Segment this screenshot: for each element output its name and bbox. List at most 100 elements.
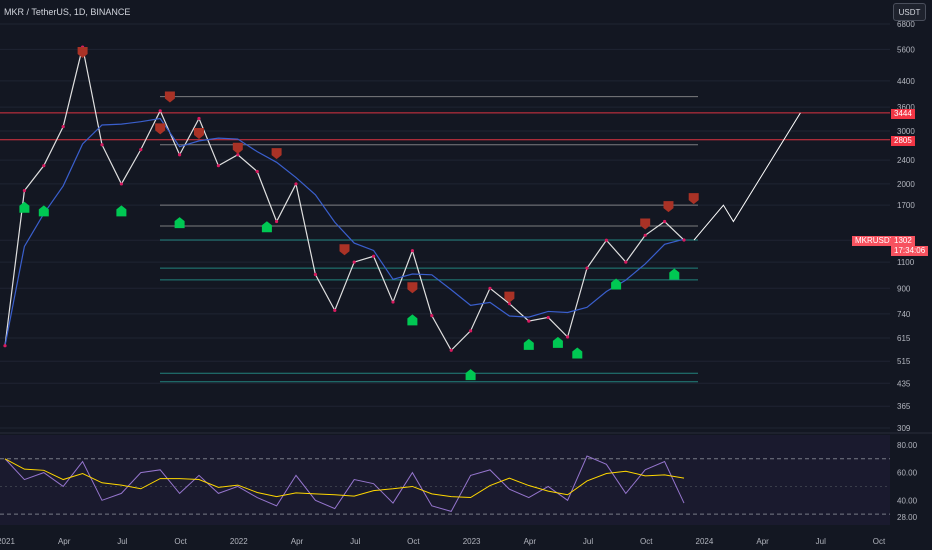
price-point-11 <box>216 164 220 168</box>
sell-marker-3 <box>194 127 204 139</box>
time-tick-8: 2023 <box>463 537 481 546</box>
price-point-24 <box>469 329 473 333</box>
price-point-8 <box>158 109 162 113</box>
time-axis[interactable]: 2021 Apr Jul Oct 2022 Apr Jul Oct 2023 Apr Jul Oct 2… <box>0 537 886 546</box>
price-tick-5: 740 <box>897 310 911 319</box>
last-price-tag: 1302 <box>891 236 915 246</box>
time-tick-10: Jul <box>583 537 593 546</box>
price-tick-14: 4400 <box>897 77 915 86</box>
time-tick-5: Apr <box>291 537 304 546</box>
price-point-35 <box>682 238 686 242</box>
price-point-10 <box>197 116 201 121</box>
price-tick-1: 365 <box>897 402 911 411</box>
price-tick-15: 5600 <box>897 45 915 54</box>
price-tick-16: 6800 <box>897 20 915 29</box>
buy-marker-1 <box>38 205 49 217</box>
price-point-34 <box>663 219 667 224</box>
price-point-9 <box>178 153 182 157</box>
price-point-19 <box>372 254 376 258</box>
price-point-21 <box>410 249 414 253</box>
buy-marker-9 <box>572 347 583 359</box>
buy-marker-11 <box>669 268 680 280</box>
buy-marker-6 <box>465 369 476 381</box>
price-tick-6: 900 <box>897 284 911 293</box>
sell-marker-2 <box>164 91 175 103</box>
price-tick-3: 515 <box>897 357 911 366</box>
sell-marker-0 <box>77 47 88 59</box>
price-point-16 <box>313 272 317 277</box>
price-point-27 <box>527 319 531 323</box>
buy-marker-5 <box>407 314 418 326</box>
time-tick-9: Apr <box>524 537 537 546</box>
price-point-15 <box>294 182 298 186</box>
sell-marker-11 <box>688 193 699 205</box>
sell-marker-5 <box>271 148 282 160</box>
sell-marker-4 <box>232 142 243 154</box>
sell-marker-10 <box>663 201 674 213</box>
price-point-28 <box>546 315 550 320</box>
sell-marker-9 <box>640 218 651 230</box>
price-point-20 <box>391 300 395 304</box>
price-series <box>3 45 801 352</box>
price-point-32 <box>624 260 628 264</box>
time-tick-15: Oct <box>873 537 886 546</box>
price-point-22 <box>430 314 434 318</box>
buy-marker-3 <box>174 217 185 229</box>
time-tick-6: Jul <box>350 537 360 546</box>
rsi-tick-0: 28.00 <box>897 513 918 522</box>
price-tick-2: 435 <box>897 379 911 388</box>
sell-marker-6 <box>339 244 350 256</box>
price-chart[interactable]: 3093654355156157409001100130017002000240… <box>0 0 932 550</box>
time-tick-13: Apr <box>756 537 769 546</box>
price-point-7 <box>139 148 143 152</box>
price-point-1 <box>22 189 26 193</box>
time-tick-12: 2024 <box>696 537 714 546</box>
buy-marker-0 <box>19 201 30 213</box>
price-point-3 <box>61 125 65 129</box>
price-point-33 <box>643 233 647 237</box>
price-point-17 <box>333 308 337 312</box>
price-line <box>4 46 685 352</box>
price-point-29 <box>566 335 570 339</box>
price-point-5 <box>100 143 104 147</box>
projection-path <box>693 112 801 241</box>
price-tick-10: 2000 <box>897 180 915 189</box>
buy-marker-7 <box>523 338 534 350</box>
price-point-30 <box>585 266 589 270</box>
price-point-25 <box>488 286 492 290</box>
price-tick-4: 615 <box>897 334 911 343</box>
buy-marker-4 <box>261 221 272 233</box>
time-tick-2: Jul <box>117 537 127 546</box>
sell-marker-7 <box>407 282 418 294</box>
price-tick-9: 1700 <box>897 201 915 210</box>
rsi-tick-3: 80.00 <box>897 441 918 450</box>
price-axis[interactable]: 3093654355156157409001100130017002000240… <box>897 20 918 522</box>
price-tick-12: 3000 <box>897 127 915 136</box>
price-point-6 <box>119 182 123 186</box>
moving-average-line <box>4 117 685 346</box>
time-tick-1: Apr <box>58 537 71 546</box>
price-tick-0: 309 <box>897 424 911 433</box>
time-tick-0: 2021 <box>0 537 15 546</box>
price-point-14 <box>275 219 279 224</box>
chart-root: MKR / TetherUS, 1D, BINANCE USDT 309 365 4… <box>0 0 932 550</box>
level-mid-tag: 2805 <box>891 136 915 146</box>
price-point-2 <box>42 164 46 168</box>
price-point-23 <box>449 348 453 352</box>
time-tick-14: Jul <box>816 537 826 546</box>
sell-marker-1 <box>155 123 166 135</box>
time-tick-3: Oct <box>174 537 187 546</box>
rsi-tick-2: 60.00 <box>897 469 918 478</box>
price-point-31 <box>604 238 609 242</box>
time-tick-4: 2022 <box>230 537 248 546</box>
countdown-tag: 17:34:06 <box>891 246 929 256</box>
buy-marker-2 <box>116 205 127 217</box>
price-point-13 <box>255 169 259 174</box>
time-tick-11: Oct <box>640 537 653 546</box>
time-tick-7: Oct <box>407 537 420 546</box>
price-point-18 <box>352 260 356 264</box>
rsi-tick-1: 40.00 <box>897 496 918 505</box>
price-tick-7: 1100 <box>897 258 915 267</box>
level-high-tag: 3444 <box>891 109 915 119</box>
price-point-0 <box>3 344 7 348</box>
